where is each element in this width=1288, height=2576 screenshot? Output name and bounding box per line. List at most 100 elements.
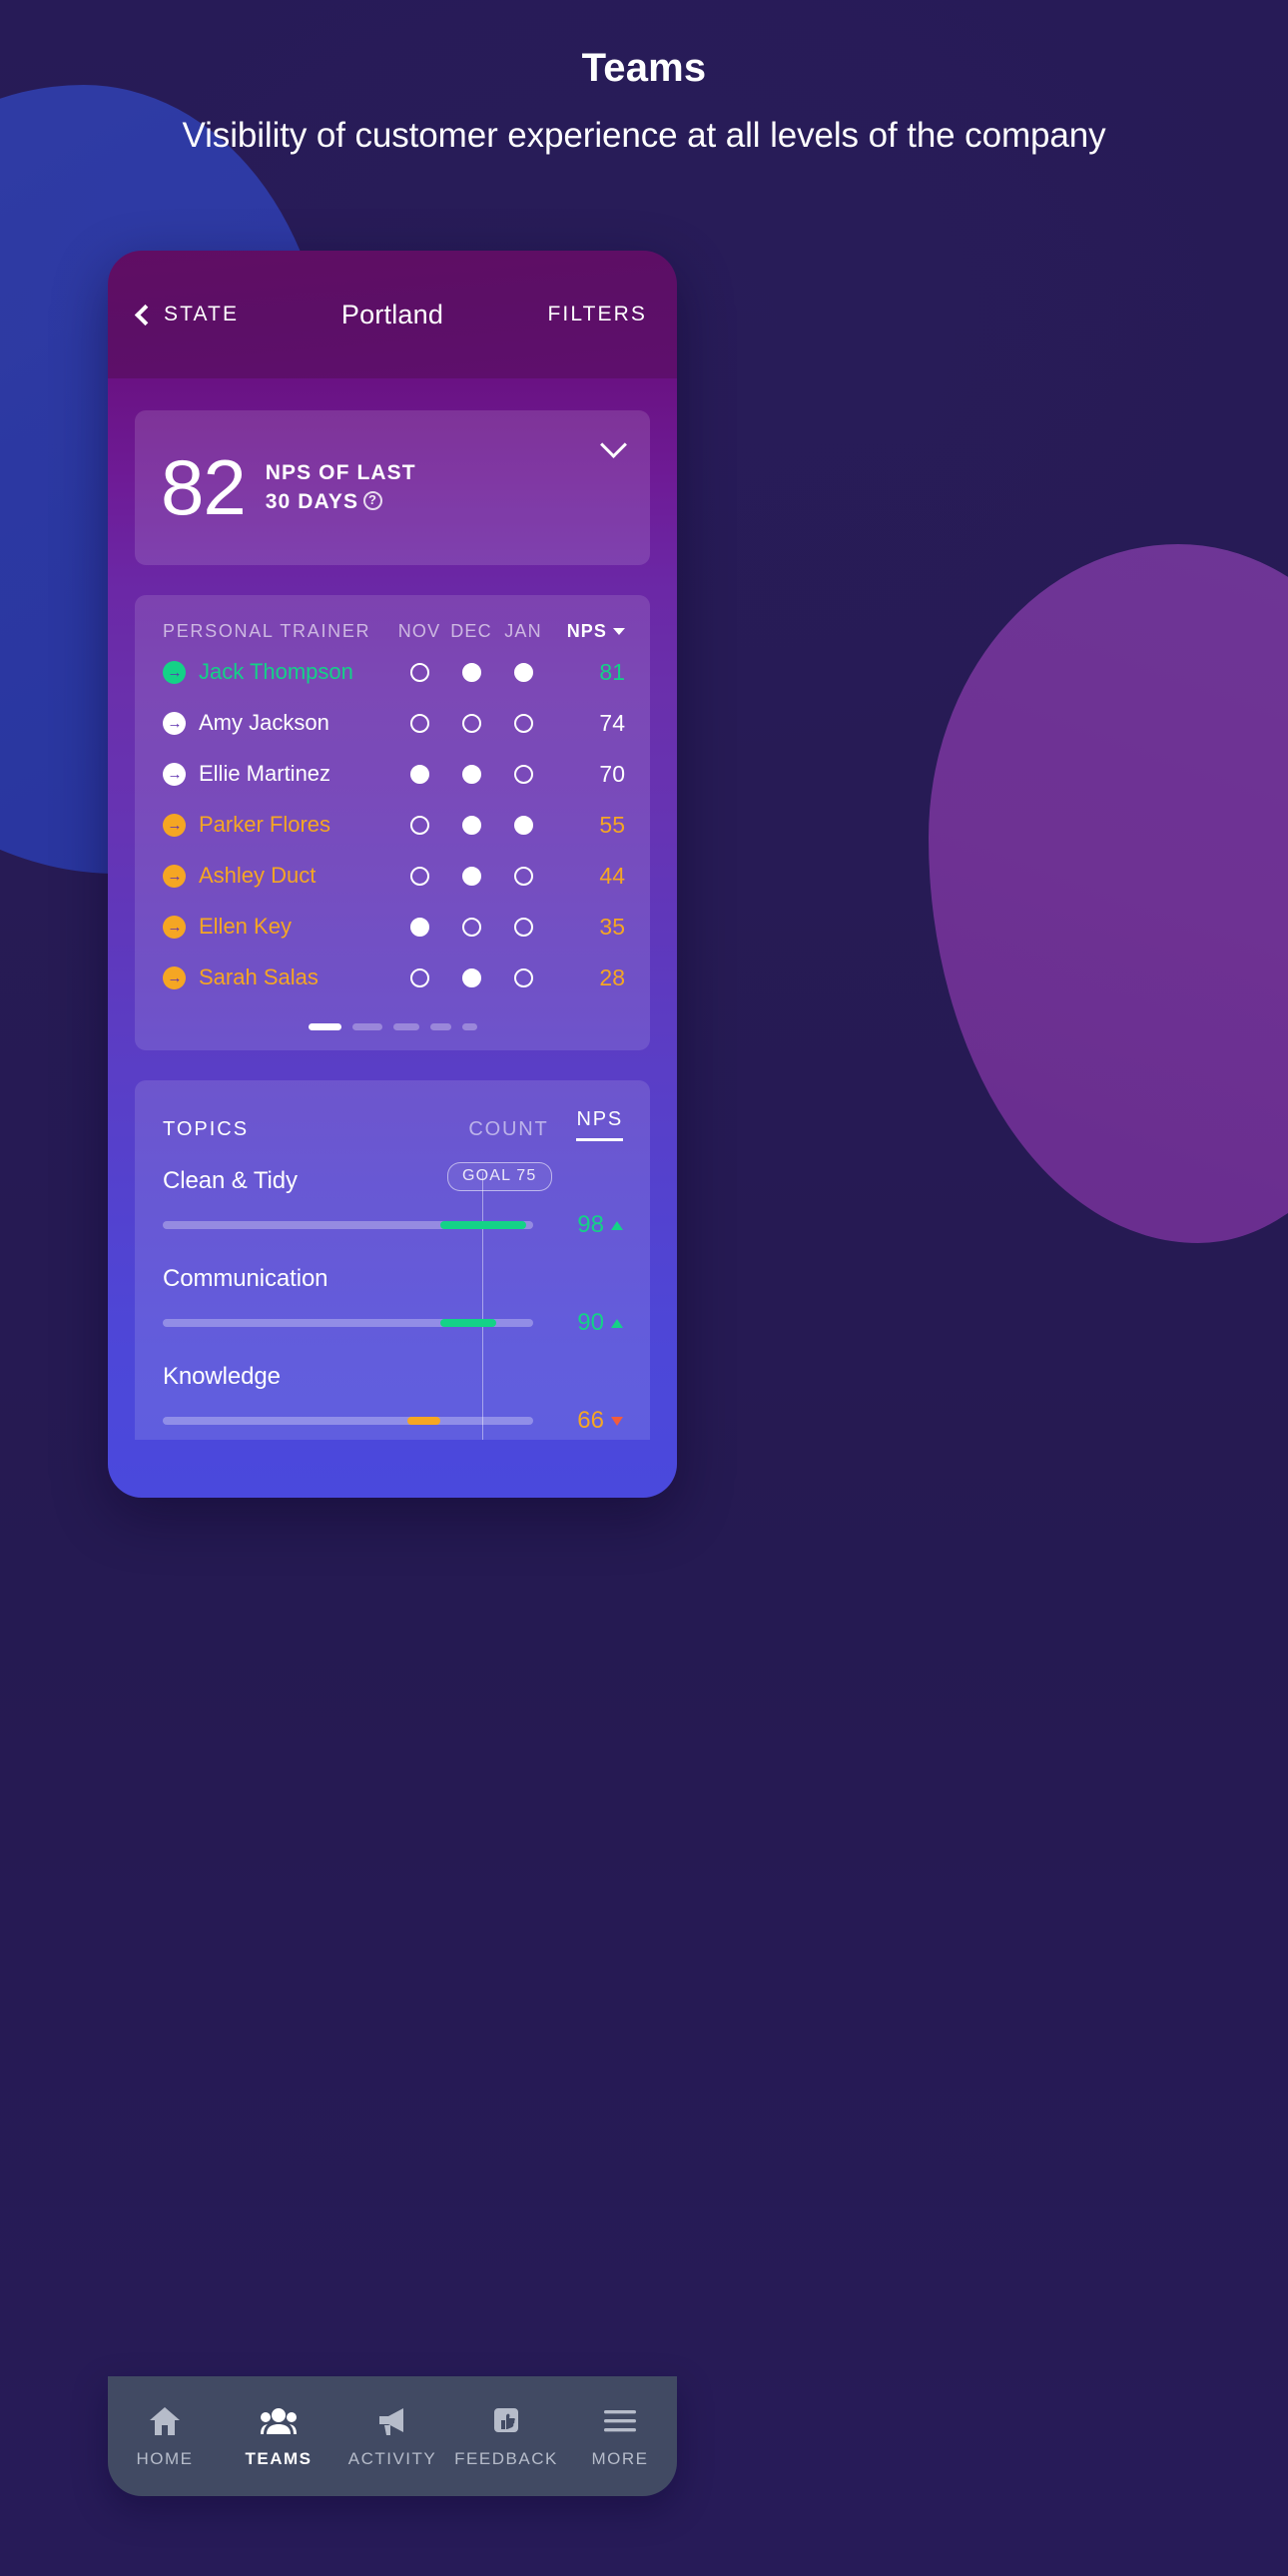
trainer-nps-value: 70 (599, 760, 625, 787)
topic-row[interactable]: Knowledge 66 (135, 1363, 650, 1435)
help-circle-icon[interactable] (363, 490, 383, 510)
tab-activity[interactable]: ACTIVITY (335, 2376, 449, 2496)
trend-up-icon (611, 1318, 623, 1328)
month-cell-nov (393, 866, 445, 886)
trainer-nps-value: 44 (599, 862, 625, 889)
month-column-dec: DEC (450, 621, 492, 641)
arrow-glyph: → (167, 765, 183, 783)
tab-label: ACTIVITY (347, 2448, 437, 2468)
tab-teams[interactable]: TEAMS (222, 2376, 335, 2496)
month-cell-dec (445, 917, 497, 937)
trend-up-icon (611, 1220, 623, 1230)
tab-nps[interactable]: NPS (576, 1108, 623, 1141)
month-cell-jan (497, 764, 549, 784)
topics-card: TOPICS COUNT NPS Clean & Tidy GOAL 75 98 Co… (135, 1080, 650, 1440)
nps-summary-card[interactable]: 82 NPS OF LAST 30 DAYS (135, 410, 650, 565)
dot-outline-icon (409, 967, 429, 987)
nps-score-value: 82 (161, 443, 247, 532)
month-cell-dec (445, 866, 497, 886)
trainer-name-cell: → Sarah Salas (163, 965, 393, 990)
nps-label-line2-wrap: 30 DAYS (266, 488, 416, 517)
month-cell-jan (497, 917, 549, 937)
nps-summary-label: NPS OF LAST 30 DAYS (266, 459, 416, 517)
month-cell-dec (445, 815, 497, 835)
topic-row-list: Clean & Tidy GOAL 75 98 Communication 90 Know… (135, 1162, 650, 1440)
trainer-row-list: → Jack Thompson 81 → Amy Jackson 74 → Ellie Mar… (135, 651, 650, 998)
trainer-name-cell: → Jack Thompson (163, 659, 393, 685)
trainer-column-label: PERSONAL TRAINER (163, 621, 371, 641)
table-row[interactable]: → Ellen Key 35 (135, 906, 650, 948)
dot-filled-icon (409, 917, 429, 937)
month-cell-dec (445, 662, 497, 682)
topic-bar-line: 98 (163, 1211, 623, 1239)
trainer-name-label: Jack Thompson (199, 659, 353, 684)
dot-filled-icon (513, 815, 533, 835)
topic-bar-track (163, 1417, 533, 1425)
month-cell-dec (445, 713, 497, 733)
home-icon (149, 2404, 181, 2438)
tab-more[interactable]: MORE (563, 2376, 677, 2496)
tab-feedback[interactable]: FEEDBACK (449, 2376, 563, 2496)
pagination-dot[interactable] (392, 1023, 419, 1030)
table-row[interactable]: → Parker Flores 55 (135, 804, 650, 846)
page-title: Teams (581, 46, 707, 90)
filters-button[interactable]: FILTERS (548, 303, 648, 326)
trend-down-icon (611, 1416, 623, 1426)
dot-outline-icon (409, 662, 429, 682)
arrow-right-icon[interactable]: → (163, 660, 186, 684)
arrow-right-icon[interactable]: → (163, 762, 186, 786)
topic-bar-line: 66 (163, 1407, 623, 1435)
megaphone-icon (375, 2404, 409, 2438)
dot-outline-icon (513, 764, 533, 784)
trainer-table-header: PERSONAL TRAINER NOV DEC JAN NPS (135, 621, 650, 642)
trainer-nps-value: 81 (599, 658, 625, 685)
topic-row[interactable]: Clean & Tidy GOAL 75 98 (135, 1162, 650, 1239)
table-row[interactable]: → Ellie Martinez 70 (135, 753, 650, 795)
month-cell-nov (393, 967, 445, 987)
arrow-right-icon[interactable]: → (163, 966, 186, 989)
topic-value: 90 (551, 1309, 623, 1337)
nps-sort-button[interactable]: NPS (549, 621, 625, 642)
tab-label: TEAMS (245, 2448, 313, 2468)
trainer-name-cell: → Amy Jackson (163, 710, 393, 736)
pagination-dot[interactable] (429, 1023, 451, 1030)
pagination-dot[interactable] (308, 1023, 341, 1030)
pagination-dot[interactable] (351, 1023, 382, 1030)
tab-home[interactable]: HOME (108, 2376, 222, 2496)
arrow-right-icon[interactable]: → (163, 864, 186, 888)
pagination-dot[interactable] (461, 1023, 477, 1030)
chevron-left-icon (134, 304, 157, 326)
back-button[interactable]: STATE (134, 303, 239, 326)
table-row[interactable]: → Ashley Duct 44 (135, 855, 650, 897)
trainer-name-label: Ellie Martinez (199, 761, 331, 786)
hamburger-icon (604, 2404, 636, 2438)
topic-bar-fill (440, 1221, 526, 1229)
month-cell-jan (497, 662, 549, 682)
topic-value-number: 66 (577, 1407, 604, 1434)
carousel-pagination[interactable] (135, 1023, 650, 1030)
topic-name: Knowledge (163, 1363, 281, 1390)
dot-outline-icon (513, 917, 533, 937)
topic-row[interactable]: Communication 90 (135, 1265, 650, 1337)
trainer-name-cell: → Ellen Key (163, 914, 393, 940)
tab-label: FEEDBACK (454, 2448, 558, 2468)
chevron-down-icon[interactable] (600, 431, 627, 458)
page-subtitle: Visibility of customer experience at all… (182, 116, 1106, 156)
table-row[interactable]: → Sarah Salas 28 (135, 957, 650, 998)
dot-outline-icon (513, 967, 533, 987)
arrow-right-icon[interactable]: → (163, 711, 186, 735)
dot-outline-icon (513, 866, 533, 886)
arrow-right-icon[interactable]: → (163, 813, 186, 837)
arrow-right-icon[interactable]: → (163, 915, 186, 939)
month-cell-dec (445, 764, 497, 784)
topic-value-number: 90 (577, 1309, 604, 1336)
dot-filled-icon (461, 815, 481, 835)
tab-count[interactable]: COUNT (468, 1118, 548, 1141)
arrow-glyph: → (167, 867, 183, 885)
dot-outline-icon (513, 713, 533, 733)
dot-filled-icon (409, 764, 429, 784)
trainer-name-label: Ashley Duct (199, 863, 317, 888)
table-row[interactable]: → Jack Thompson 81 (135, 651, 650, 693)
table-row[interactable]: → Amy Jackson 74 (135, 702, 650, 744)
dot-filled-icon (461, 662, 481, 682)
